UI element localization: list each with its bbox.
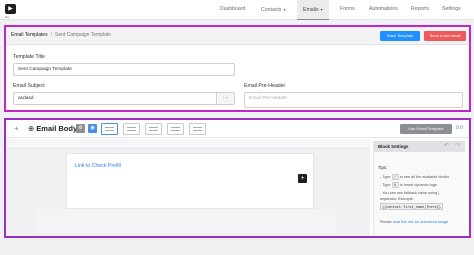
email-body-title: ⊕ Email Body — [28, 124, 77, 133]
tip-at-prefix: - Type — [380, 183, 391, 187]
template-details-panel: Email Templates / Sent Campaign Template S… — [4, 25, 471, 112]
block-settings-title: Block Settings — [378, 144, 409, 149]
canvas-header-strip — [6, 139, 370, 149]
nav-emails[interactable]: Emails ▾ — [297, 0, 329, 20]
nav-forms[interactable]: Forms — [340, 0, 355, 20]
preheader-label: Email Pre-Header — [244, 83, 286, 89]
settings-icon[interactable]: ⚙ — [76, 124, 85, 133]
fallback-example-code: {{contact.first_name|There}} — [380, 203, 444, 210]
chevron-down-icon: ▾ — [320, 7, 323, 12]
save-template-button[interactable]: Save Template — [380, 31, 420, 41]
email-body-panel: + ⊕ Email Body ⚙ ◉ Use Email Template 0.0… — [4, 118, 471, 238]
nav-contacts[interactable]: Contacts ▾ — [261, 0, 286, 20]
breadcrumb-current: Sent Campaign Template — [54, 32, 112, 38]
nav-forms-label: Forms — [340, 6, 355, 12]
nav-settings-label: Settings — [442, 6, 461, 12]
block-settings-sidebar: Block Settings ↶ ↷ Tips: - Type / to see… — [373, 141, 465, 236]
slash-key: / — [391, 174, 399, 180]
email-body-title-text: Email Body — [36, 124, 78, 133]
nav-contacts-label: Contacts — [261, 7, 282, 13]
globe-icon: ⊕ — [28, 124, 35, 133]
editor-toolbar: + ⊕ Email Body ⚙ ◉ Use Email Template 0.0 — [6, 120, 469, 138]
nav-dashboard-label: Dashboard — [220, 6, 246, 12]
undo-icon[interactable]: ↶ — [444, 142, 449, 149]
at-key: @ — [391, 182, 399, 188]
tip-at-text: to insert dynamic tags — [399, 183, 437, 187]
tip-fallback-example: separator. Example: — [380, 197, 414, 201]
layout-option-5[interactable] — [189, 123, 206, 135]
template-title-label: Template Title — [13, 54, 46, 60]
nav-reports[interactable]: Reports — [411, 0, 429, 20]
add-block-icon[interactable]: + — [14, 124, 19, 133]
nav-reports-label: Reports — [411, 6, 430, 12]
breadcrumb: Email Templates / Sent Campaign Template — [11, 32, 111, 38]
nav-dashboard[interactable]: Dashboard — [220, 0, 245, 20]
tips-heading: Tips: — [378, 165, 388, 170]
breadcrumb-separator: / — [50, 32, 52, 38]
nav-emails-label: Emails — [303, 7, 319, 13]
docs-note: Please read the doc for advanced usage — [380, 220, 448, 224]
tip-at: - Type @ to insert dynamic tags — [380, 182, 437, 188]
tip-slash-prefix: - Type — [380, 175, 391, 179]
docs-prefix: Please — [380, 220, 392, 224]
use-email-template-button[interactable]: Use Email Template — [400, 124, 452, 134]
prefill-link[interactable]: Link to Check Prefill — [75, 163, 121, 169]
layout-option-3[interactable] — [145, 123, 162, 135]
nav-automations-label: Automations — [369, 6, 398, 12]
tip-slash-text: to see all the available blocks — [399, 175, 450, 179]
content-block[interactable]: Link to Check Prefill + — [66, 153, 314, 209]
email-subject-field[interactable]: asdasd — [13, 92, 217, 105]
docs-link[interactable]: read the doc for advanced usage — [393, 220, 449, 224]
email-canvas: Link to Check Prefill + — [6, 139, 370, 236]
canvas-bottom-area — [36, 209, 336, 234]
chevron-down-icon: ▾ — [283, 7, 286, 12]
layout-option-2[interactable] — [123, 123, 140, 135]
breadcrumb-bar: Email Templates / Sent Campaign Template S… — [6, 27, 469, 45]
breadcrumb-root[interactable]: Email Templates — [11, 32, 48, 38]
version-indicator: 0.0 — [456, 125, 463, 131]
plus-icon[interactable]: + — [298, 174, 307, 183]
app-logo[interactable]: ▶ — [5, 4, 16, 14]
app-logo-sub: fluy — [5, 15, 10, 19]
block-settings-header: Block Settings ↶ ↷ — [374, 141, 465, 152]
nav-automations[interactable]: Automations — [369, 0, 398, 20]
design-icon[interactable]: ◉ — [88, 124, 97, 133]
tip-fallback: - You can use fallback value using | — [380, 191, 440, 195]
top-navigation: ▶ fluy Dashboard Contacts ▾ Emails ▾ Forms… — [0, 0, 474, 20]
layout-option-4[interactable] — [167, 123, 184, 135]
template-title-field[interactable]: Sent Campaign Template — [13, 63, 235, 76]
email-subject-label: Email Subject — [13, 83, 45, 89]
redo-icon[interactable]: ↷ — [455, 142, 460, 149]
subject-options-button[interactable]: ··· — [216, 92, 235, 105]
preheader-field[interactable]: Email Pre-Header — [244, 92, 463, 108]
layout-option-1[interactable] — [101, 123, 118, 135]
send-test-email-button[interactable]: Send a test email — [424, 31, 466, 41]
tip-slash: - Type / to see all the available blocks — [380, 174, 449, 180]
nav-settings[interactable]: Settings — [442, 0, 461, 20]
